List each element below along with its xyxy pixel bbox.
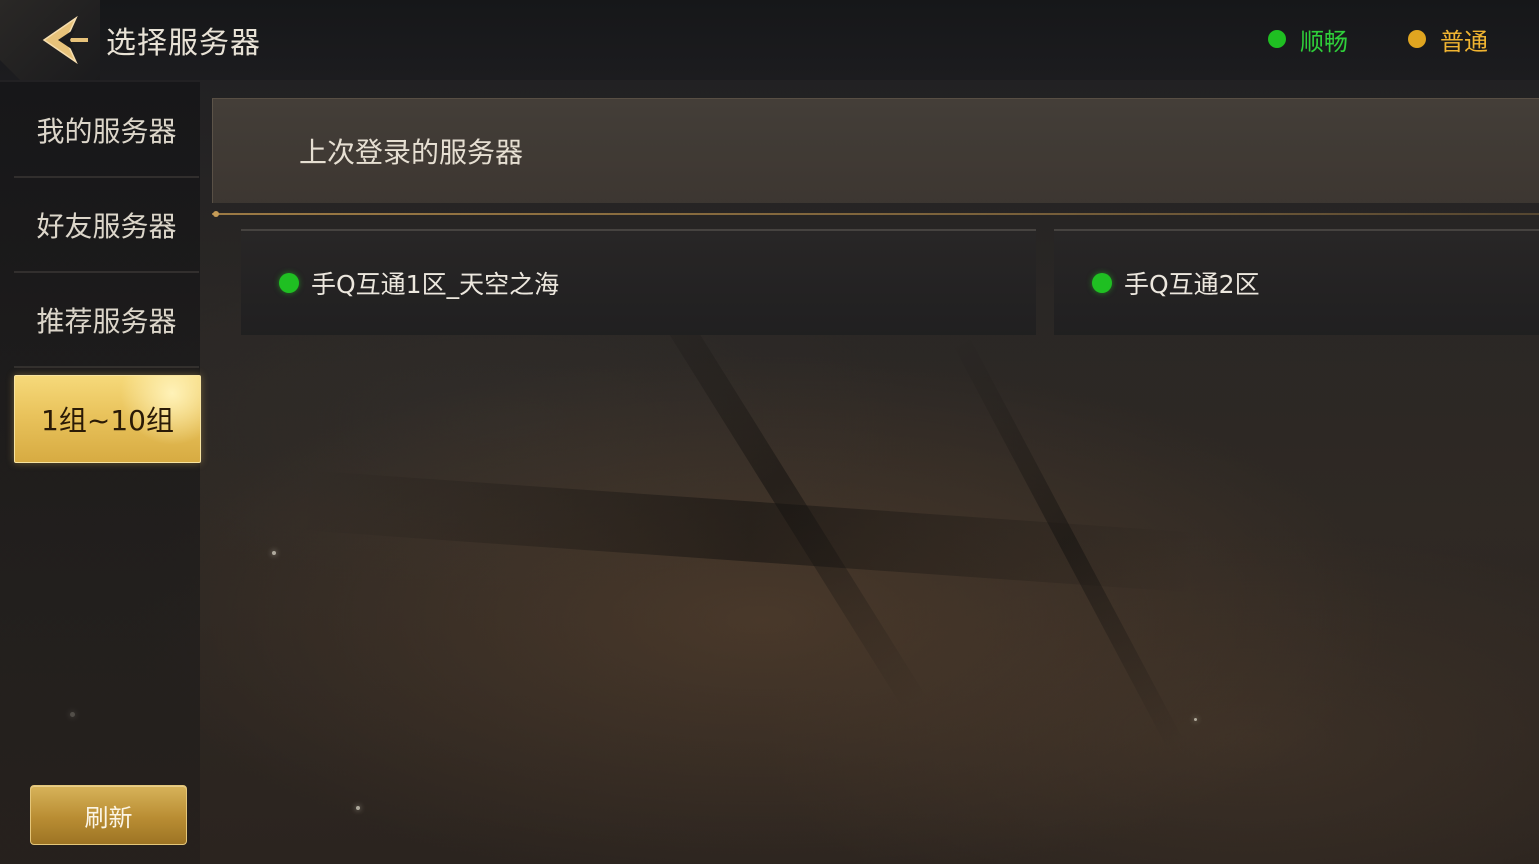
legend-smooth-label: 顺畅 xyxy=(1300,27,1348,56)
background-sparkle xyxy=(272,551,276,555)
server-card[interactable]: 手Q互通1区_天空之海 xyxy=(241,229,1036,335)
status-dot-icon xyxy=(1092,273,1112,293)
sidebar-item-my-servers[interactable]: 我的服务器 xyxy=(14,84,199,178)
server-name: 手Q互通2区 xyxy=(1124,270,1260,299)
legend-normal-label: 普通 xyxy=(1440,27,1488,56)
section-header: 上次登录的服务器 xyxy=(212,98,1539,203)
status-dot-icon xyxy=(1268,30,1286,48)
top-bar: 选择服务器 顺畅 普通 xyxy=(0,0,1539,80)
server-name: 手Q互通1区_天空之海 xyxy=(311,270,560,299)
sidebar-item-group-1-10[interactable]: 1组~10组 xyxy=(14,375,201,463)
legend-smooth: 顺畅 xyxy=(1268,22,1348,56)
sidebar-item-label: 好友服务器 xyxy=(36,210,177,243)
server-card[interactable]: 手Q互通2区 xyxy=(1054,229,1539,335)
background-sparkle xyxy=(1194,718,1197,721)
sidebar-item-friend-servers[interactable]: 好友服务器 xyxy=(14,179,199,273)
divider-dot xyxy=(213,211,219,217)
status-dot-icon xyxy=(1408,30,1426,48)
back-arrow-icon xyxy=(42,15,88,65)
section-title: 上次登录的服务器 xyxy=(299,136,524,169)
background-sparkle xyxy=(356,806,360,810)
back-button[interactable] xyxy=(36,12,96,68)
sidebar-item-recommended-servers[interactable]: 推荐服务器 xyxy=(14,274,199,368)
sidebar-item-label: 1组~10组 xyxy=(41,404,174,437)
background-streak xyxy=(297,470,1200,593)
status-dot-icon xyxy=(279,273,299,293)
sidebar-item-label: 推荐服务器 xyxy=(36,305,177,338)
section-divider xyxy=(212,213,1539,215)
legend-normal: 普通 xyxy=(1408,22,1488,56)
sidebar: 我的服务器 好友服务器 推荐服务器 1组~10组 xyxy=(0,82,201,864)
page-title: 选择服务器 xyxy=(106,26,261,61)
sidebar-item-label: 我的服务器 xyxy=(36,115,177,148)
refresh-button[interactable]: 刷新 xyxy=(30,785,187,845)
